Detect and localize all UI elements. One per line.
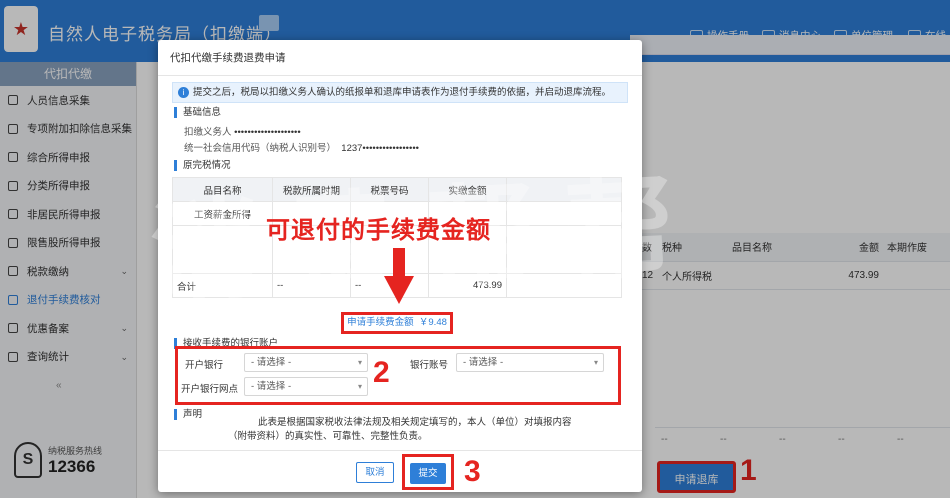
section-original-tax: 原完税情况: [174, 160, 231, 171]
table-header-row: 品目名称 税款所属时期 税票号码 实缴金额: [172, 177, 622, 202]
notice-banner: i 提交之后，税局以扣缴义务人确认的纸报单和退库申请表作为退付手续费的依据，并启…: [172, 82, 628, 103]
submit-button[interactable]: 提交: [410, 463, 446, 484]
fee-amount-label: 申请手续费金额: [347, 317, 414, 328]
account-label: 银行账号: [410, 360, 449, 371]
step-marker-3: 3: [464, 455, 481, 488]
col-header: 实缴金额: [428, 177, 507, 202]
branch-select-value: - 请选择 -: [251, 381, 292, 392]
credit-code-value: 1237•••••••••••••••••: [341, 143, 419, 154]
branch-select[interactable]: - 请选择 - ▾: [244, 377, 368, 396]
col-header: [506, 177, 622, 202]
bank-account-group: 开户银行 - 请选择 - ▾ 银行账号 - 请选择 - ▾ 开户银行网点 - 请选择…: [175, 346, 621, 405]
table-cell: [506, 201, 622, 226]
credit-code-label: 统一社会信用代码（纳税人识别号）: [184, 143, 337, 154]
table-cell: 工资薪金所得: [172, 201, 273, 226]
declaration-text: 此表是根据国家税收法律法规及相关规定填写的，本人（单位）对填报内容（附带资料）的…: [228, 416, 578, 444]
credit-code-field: 统一社会信用代码（纳税人识别号） 1237•••••••••••••••••: [184, 140, 419, 154]
table-cell: 473.99: [428, 273, 507, 298]
notice-text: 提交之后，税局以扣缴义务人确认的纸报单和退库申请表作为退付手续费的依据，并启动退…: [193, 87, 612, 98]
withholder-field: 扣缴义务人 ••••••••••••••••••••: [184, 124, 301, 138]
info-icon: i: [178, 87, 189, 98]
table-cell: --: [272, 273, 351, 298]
col-header: 税款所属时期: [272, 177, 351, 202]
submit-highlight: 提交: [402, 454, 454, 490]
account-select-value: - 请选择 -: [463, 357, 504, 368]
bank-select[interactable]: - 请选择 - ▾: [244, 353, 368, 372]
fee-amount: 申请手续费金额 ￥9.48: [341, 312, 453, 334]
chevron-down-icon: ▾: [357, 382, 362, 391]
section-basic: 基础信息: [174, 107, 221, 118]
account-select[interactable]: - 请选择 - ▾: [456, 353, 604, 372]
annotation-caption: 可退付的手续费金额: [266, 217, 491, 244]
fee-amount-value: ￥9.48: [418, 317, 447, 328]
dialog-footer: 取消 提交 3: [158, 450, 642, 492]
table-cell: 合计: [172, 273, 273, 298]
section-declaration: 声明: [174, 409, 202, 420]
col-header: 税票号码: [350, 177, 429, 202]
step-marker-2: 2: [373, 356, 390, 389]
bank-select-value: - 请选择 -: [251, 357, 292, 368]
dialog-title: 代扣代缴手续费退费申请: [158, 40, 642, 76]
declaration-paragraph: 此表是根据国家税收法律法规及相关规定填写的，本人（单位）对填报内容（附带资料）的…: [228, 417, 572, 442]
withholder-label: 扣缴义务人: [184, 127, 232, 138]
arrow-down-icon: [384, 248, 414, 304]
chevron-down-icon: ▾: [357, 358, 362, 367]
bank-label: 开户银行: [185, 360, 224, 371]
cancel-button[interactable]: 取消: [356, 462, 394, 483]
chevron-down-icon: ▾: [593, 358, 598, 367]
col-header: 品目名称: [172, 177, 273, 202]
branch-label: 开户银行网点: [181, 384, 239, 395]
table-cell: [506, 273, 622, 298]
withholder-value: ••••••••••••••••••••: [234, 127, 301, 138]
